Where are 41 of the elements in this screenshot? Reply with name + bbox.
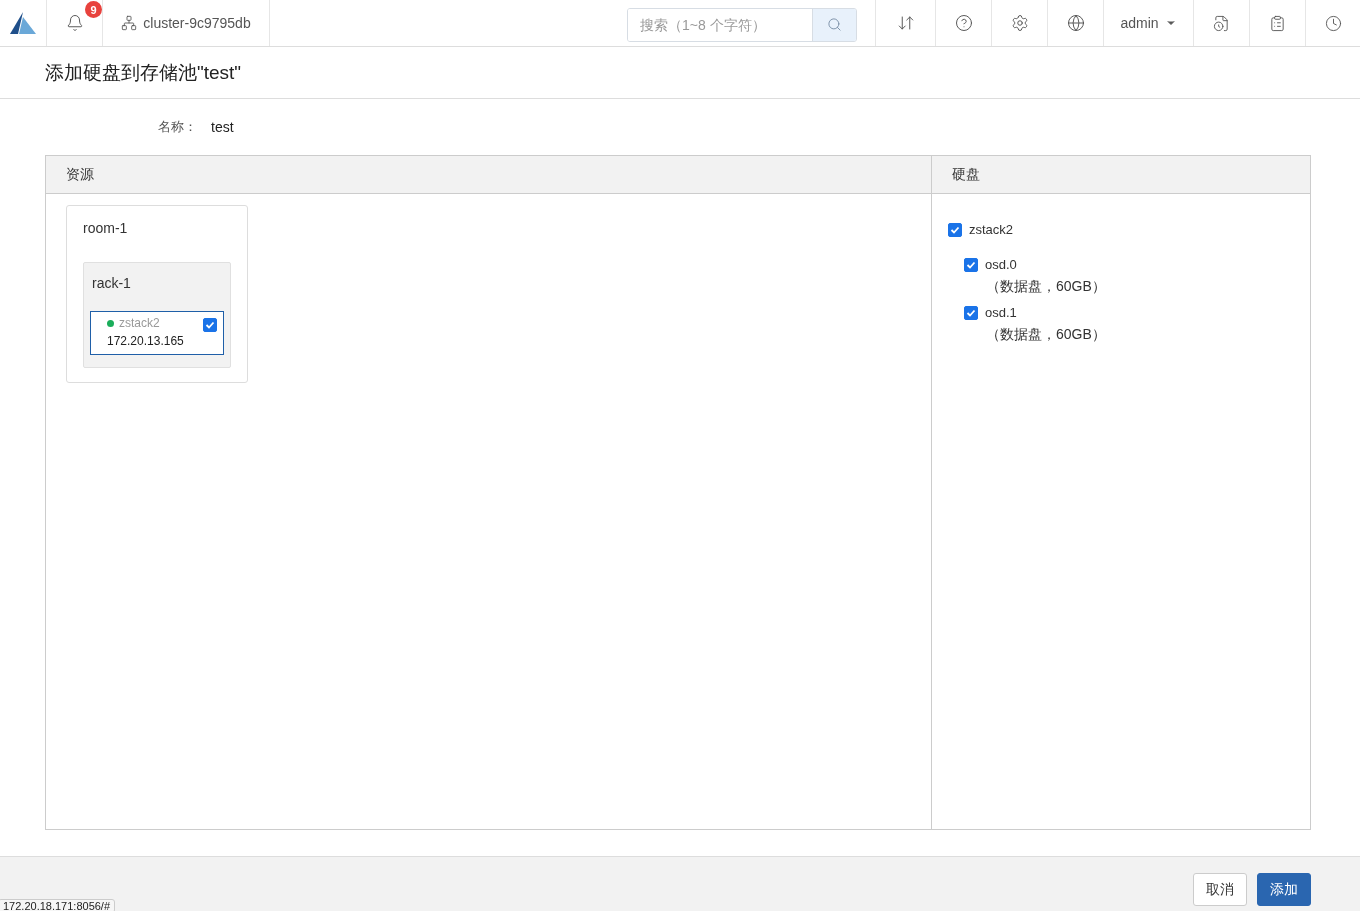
host-name: zstack2 [969, 222, 1014, 237]
disk-name: osd.1 [985, 305, 1017, 320]
cluster-icon [121, 15, 138, 31]
name-label: 名称： [158, 118, 197, 136]
disk-detail: （数据盘，60GB） [985, 278, 1106, 296]
disk-detail: （数据盘，60GB） [985, 326, 1106, 344]
add-button[interactable]: 添加 [1257, 873, 1311, 906]
checkmark-icon [950, 224, 960, 235]
checkmark-icon [205, 320, 215, 330]
checkmark-icon [966, 259, 976, 270]
host-card[interactable]: zstack2 172.20.13.165 [90, 311, 224, 355]
name-value: test [211, 119, 234, 135]
host-ip: 172.20.13.165 [107, 334, 185, 348]
host-name: zstack2 [119, 316, 160, 330]
settings-icon[interactable] [1010, 14, 1029, 32]
list-icon[interactable] [1269, 14, 1286, 32]
user-menu[interactable]: admin [1120, 15, 1159, 31]
bell-icon[interactable] [65, 14, 84, 32]
column-header: 硬盘 [932, 156, 1310, 194]
checkbox[interactable] [948, 222, 962, 237]
cancel-button[interactable]: 取消 [1193, 873, 1247, 906]
logo-icon [8, 11, 38, 35]
notification-badge: 9 [85, 1, 102, 18]
cluster-name[interactable]: cluster-9c9795db [143, 15, 251, 31]
search-field[interactable]: 搜索（1~8 个字符） [627, 7, 857, 42]
checkmark-icon [966, 307, 976, 318]
clock-icon[interactable] [1324, 14, 1342, 32]
column-header: 资源 [46, 156, 931, 194]
status-url: 172.20.18.171:8056/# [0, 899, 116, 911]
disk-name: osd.0 [985, 257, 1017, 272]
checkbox[interactable] [964, 305, 978, 320]
rack-name: rack-1 [91, 275, 132, 291]
checkbox[interactable] [964, 257, 978, 272]
document-clock-icon[interactable] [1213, 14, 1230, 32]
help-icon[interactable] [954, 14, 973, 32]
checkbox[interactable] [203, 318, 217, 332]
search-icon [827, 17, 842, 32]
globe-icon[interactable] [1066, 14, 1085, 32]
switch-icon[interactable] [896, 14, 915, 32]
room-name: room-1 [83, 220, 129, 236]
page-title: 添加硬盘到存储池"test" [45, 60, 242, 85]
